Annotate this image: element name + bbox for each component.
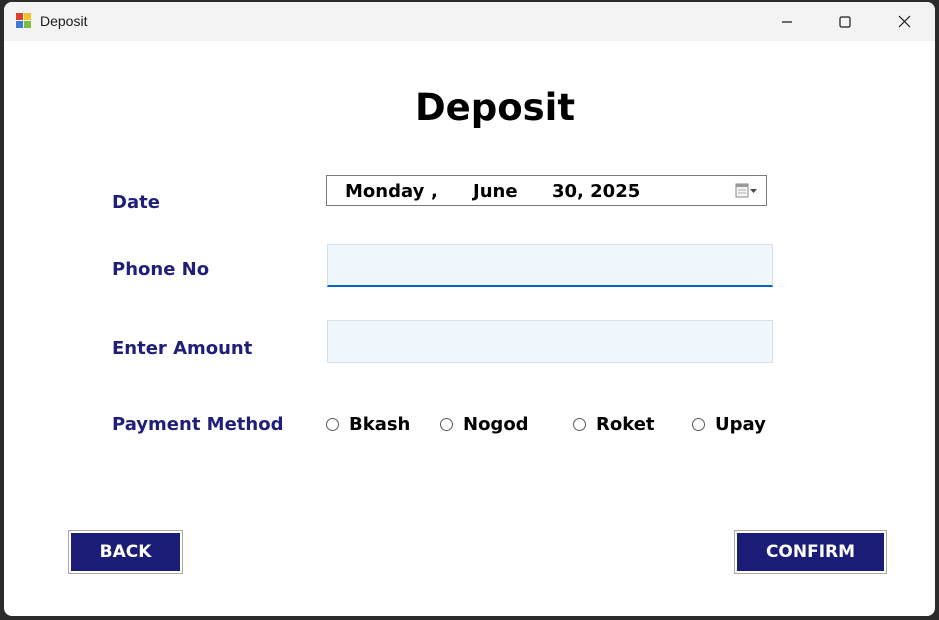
radio-button[interactable] (692, 418, 705, 431)
app-icon (16, 13, 31, 28)
radio-label-upay: Upay (715, 414, 766, 435)
calendar-dropdown-icon[interactable] (735, 182, 761, 200)
date-picker[interactable]: Monday , June 30, 2025 (326, 175, 767, 206)
close-button[interactable] (875, 2, 933, 41)
radio-label-roket: Roket (596, 414, 655, 435)
radio-roket[interactable]: Roket (573, 414, 655, 435)
title-bar: Deposit (4, 2, 935, 41)
radio-label-nogod: Nogod (463, 414, 529, 435)
minimize-button[interactable] (758, 2, 816, 41)
window-title: Deposit (40, 13, 88, 29)
radio-button[interactable] (573, 418, 586, 431)
back-button[interactable]: BACK (68, 530, 183, 574)
radio-bkash[interactable]: Bkash (326, 414, 410, 435)
radio-button[interactable] (440, 418, 453, 431)
payment-method-label: Payment Method (112, 414, 284, 435)
confirm-button[interactable]: CONFIRM (734, 530, 887, 574)
date-month: June (473, 181, 518, 202)
date-separator: , (431, 181, 438, 202)
close-icon (898, 15, 910, 28)
amount-input[interactable] (327, 320, 773, 363)
phone-input[interactable] (327, 244, 773, 287)
radio-upay[interactable]: Upay (692, 414, 766, 435)
date-day-year: 30, 2025 (552, 181, 641, 202)
minimize-icon (782, 20, 792, 23)
date-weekday: Monday (345, 181, 425, 202)
date-label: Date (112, 192, 160, 213)
maximize-icon (839, 15, 851, 28)
amount-label: Enter Amount (112, 338, 253, 359)
radio-button[interactable] (326, 418, 339, 431)
maximize-button[interactable] (816, 2, 874, 41)
radio-nogod[interactable]: Nogod (440, 414, 529, 435)
radio-label-bkash: Bkash (349, 414, 411, 435)
page-title: Deposit (414, 86, 576, 129)
deposit-window: Deposit Deposit Date Monday , June 30, 2… (4, 2, 935, 616)
phone-label: Phone No (112, 259, 210, 280)
